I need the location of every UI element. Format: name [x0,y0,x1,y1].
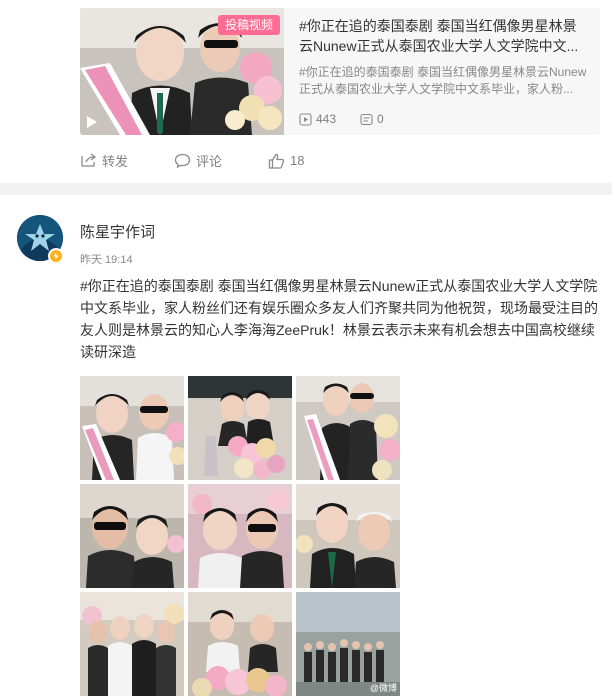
video-info: #你正在追的泰国泰剧 泰国当红偶像男星林景云Nunew正式从泰国农业大学人文学院… [299,16,589,98]
watermark: @微博 [369,683,397,693]
comments-stat: 0 [360,112,384,126]
photo-7[interactable] [80,592,184,696]
photo-8[interactable] [188,592,292,696]
share-label: 转发 [102,154,129,169]
views-icon [299,112,312,126]
comments-count: 0 [377,112,384,126]
photo-4[interactable] [80,484,184,588]
photo-5[interactable] [188,484,292,588]
share-icon [81,153,97,167]
comment-icon [174,153,191,168]
feed-divider [0,183,612,195]
views-count: 443 [316,112,337,126]
comment-icon [360,113,373,125]
views-stat: 443 [299,112,336,126]
video-title[interactable]: #你正在追的泰国泰剧 泰国当红偶像男星林景云Nunew正式从泰国农业大学人文学院… [299,16,589,56]
action-bar: 转发 评论 18 [80,151,351,170]
video-stats: 443 0 [299,112,408,126]
author-name[interactable]: 陈星宇作词 [80,221,155,242]
photo-2[interactable] [188,376,292,480]
repost-item: 投稿视频 #你正在追的泰国泰剧 泰国当红偶像男星林景云Nunew正式从泰国农业大… [0,0,612,183]
play-icon[interactable] [86,115,98,129]
share-button[interactable]: 转发 [80,151,128,170]
like-icon [268,153,285,169]
video-thumbnail[interactable]: 投稿视频 [80,8,284,135]
photo-3[interactable] [296,376,400,480]
video-description: #你正在追的泰国泰剧 泰国当红偶像男星林景云Nunew正式从泰国农业大学人文学院… [299,65,587,96]
photo-1[interactable] [80,376,184,480]
like-button[interactable]: 18 [268,153,305,169]
video-card[interactable]: 投稿视频 #你正在追的泰国泰剧 泰国当红偶像男星林景云Nunew正式从泰国农业大… [80,8,600,135]
photo-grid: @微博 [80,376,400,696]
post-text: #你正在追的泰国泰剧 泰国当红偶像男星林景云Nunew正式从泰国农业大学人文学院… [80,278,598,360]
like-count: 18 [290,153,305,168]
comment-label: 评论 [196,154,223,169]
photo-6[interactable] [296,484,400,588]
verified-badge-icon [48,248,64,264]
comment-button[interactable]: 评论 [174,151,222,170]
feed-post: 陈星宇作词 昨天 19:14 #你正在追的泰国泰剧 泰国当红偶像男星林景云Nun… [0,195,612,696]
photo-9[interactable]: @微博 [296,592,400,696]
submission-video-tag: 投稿视频 [218,15,281,35]
post-timestamp[interactable]: 昨天 19:14 [80,251,133,267]
